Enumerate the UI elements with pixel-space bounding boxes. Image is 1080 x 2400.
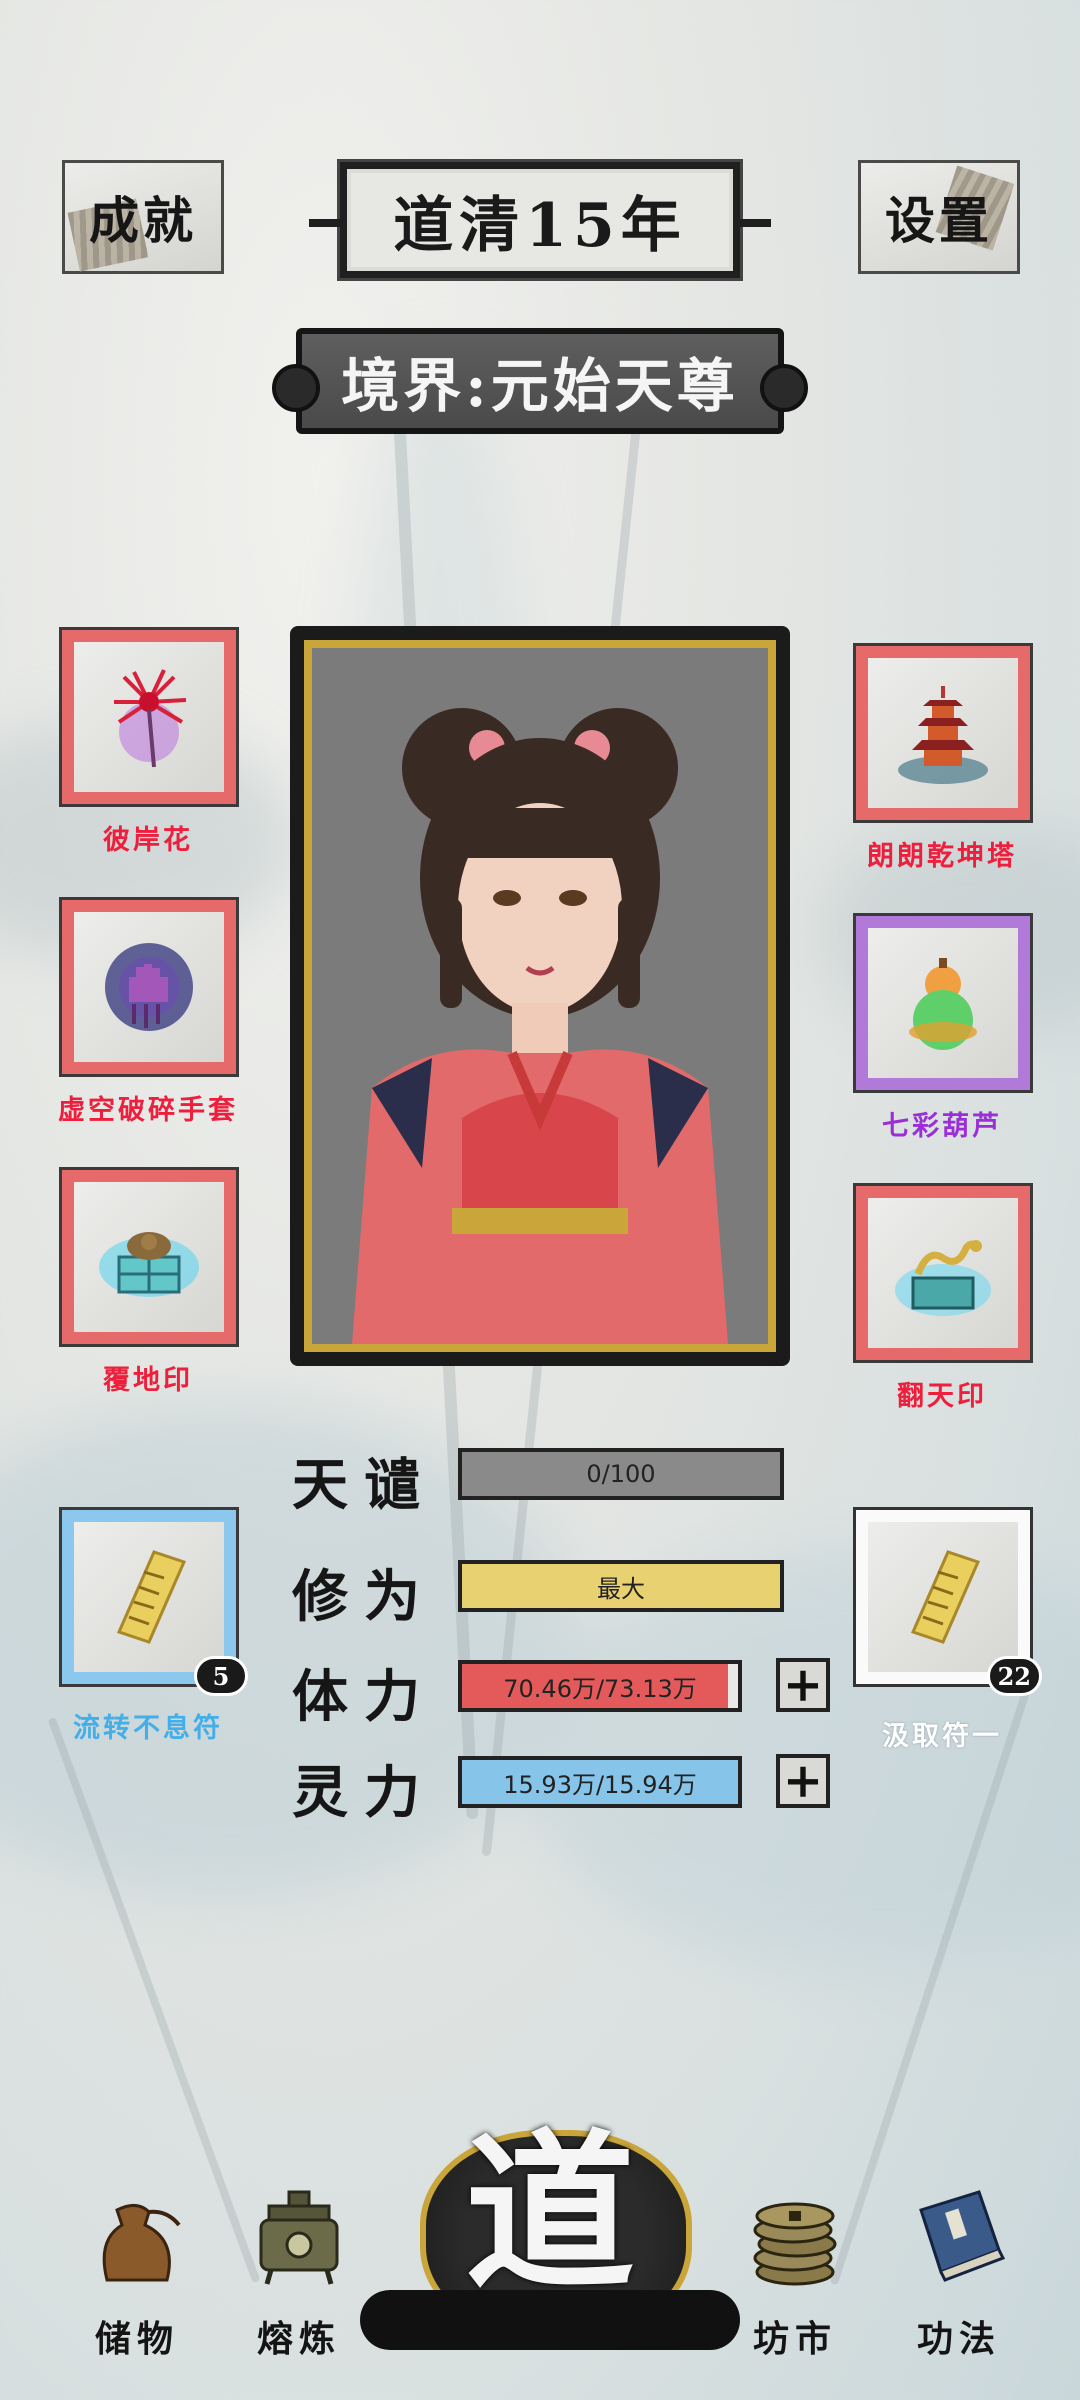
coin-stack-icon — [753, 2202, 837, 2286]
year-plaque: 道清15年 — [309, 162, 771, 278]
talisman-icon — [116, 1550, 187, 1644]
void-glove-icon — [105, 943, 193, 1031]
talisman-slot-2[interactable]: 22 — [853, 1507, 1042, 1696]
stamina-value: 70.46万/73.13万 — [503, 1674, 697, 1703]
cultivation-value: 最大 — [597, 1574, 645, 1603]
realm-plaque: 境界:元始天尊 — [272, 328, 808, 434]
cultivation-bar: 最大 — [458, 1560, 784, 1612]
nav-market-label: 坊市 — [752, 2318, 837, 2360]
talisman-label-1: 流转不息符 — [73, 1713, 223, 1744]
character-portrait-frame[interactable] — [290, 626, 790, 1366]
item-label-right-1: 朗朗乾坤塔 — [867, 841, 1017, 872]
nav-market[interactable]: 坊市 — [720, 2180, 870, 2360]
pagoda-icon — [898, 686, 988, 784]
pouch-icon — [102, 2204, 181, 2282]
tribulation-value: 0/100 — [586, 1460, 656, 1488]
item-slot-right-3[interactable] — [853, 1183, 1033, 1363]
character-portrait — [304, 640, 776, 1352]
nav-storage[interactable]: 储物 — [62, 2180, 212, 2360]
item-slot-right-2[interactable] — [853, 913, 1033, 1093]
nav-storage-label: 储物 — [94, 2318, 179, 2360]
settings-label: 设置 — [885, 191, 993, 250]
red-spider-lily-icon — [114, 669, 187, 768]
item-slot-left-3[interactable] — [59, 1167, 239, 1347]
earth-seal-icon — [99, 1232, 199, 1297]
realm-label: 境界:元始天尊 — [341, 352, 739, 420]
scripture-book-icon — [919, 2190, 1006, 2282]
item-label-right-2: 七彩葫芦 — [882, 1111, 1002, 1142]
achievements-button[interactable]: 成就 — [62, 160, 224, 274]
talisman-count-badge: 22 — [986, 1656, 1042, 1696]
character-illustration — [312, 648, 768, 1344]
talisman-icon — [910, 1550, 981, 1644]
item-slot-left-2[interactable] — [59, 897, 239, 1077]
spirit-value: 15.93万/15.94万 — [503, 1770, 697, 1799]
achievements-label: 成就 — [89, 191, 197, 250]
dao-label: 道 — [464, 2113, 635, 2313]
tribulation-label: 天谴 — [292, 1452, 436, 1518]
talisman-count-badge: 5 — [194, 1656, 248, 1696]
item-slot-left-1[interactable] — [59, 627, 239, 807]
item-label-right-3: 翻天印 — [897, 1381, 987, 1412]
cauldron-icon — [259, 2190, 339, 2285]
spirit-label: 灵力 — [292, 1760, 436, 1826]
add-spirit-button[interactable]: + — [776, 1754, 830, 1808]
nav-techniques-label: 功法 — [916, 2318, 1001, 2360]
item-label-left-3: 覆地印 — [103, 1365, 193, 1396]
add-stamina-button[interactable]: + — [776, 1658, 830, 1712]
item-slot-right-1[interactable] — [853, 643, 1033, 823]
spirit-bar: 15.93万/15.94万 — [458, 1756, 742, 1808]
stamina-bar: 70.46万/73.13万 — [458, 1660, 742, 1712]
item-label-left-2: 虚空破碎手套 — [58, 1095, 238, 1126]
talisman-slot-1[interactable]: 5 — [59, 1507, 248, 1696]
nav-dao-button[interactable]: 道 — [360, 2110, 740, 2360]
year-title: 道清15年 — [393, 190, 687, 261]
dragon-seal-icon — [895, 1240, 991, 1316]
gourd-icon — [909, 958, 977, 1050]
nav-techniques[interactable]: 功法 — [884, 2180, 1034, 2360]
nav-refine-label: 熔炼 — [256, 2318, 341, 2360]
tribulation-bar: 0/100 — [458, 1448, 784, 1500]
talisman-label-2: 汲取符一 — [882, 1721, 1002, 1752]
settings-button[interactable]: 设置 — [858, 160, 1020, 274]
cultivation-label: 修为 — [292, 1564, 436, 1630]
item-label-left-1: 彼岸花 — [103, 825, 193, 856]
stamina-label: 体力 — [292, 1664, 436, 1730]
nav-refine[interactable]: 熔炼 — [224, 2180, 374, 2360]
